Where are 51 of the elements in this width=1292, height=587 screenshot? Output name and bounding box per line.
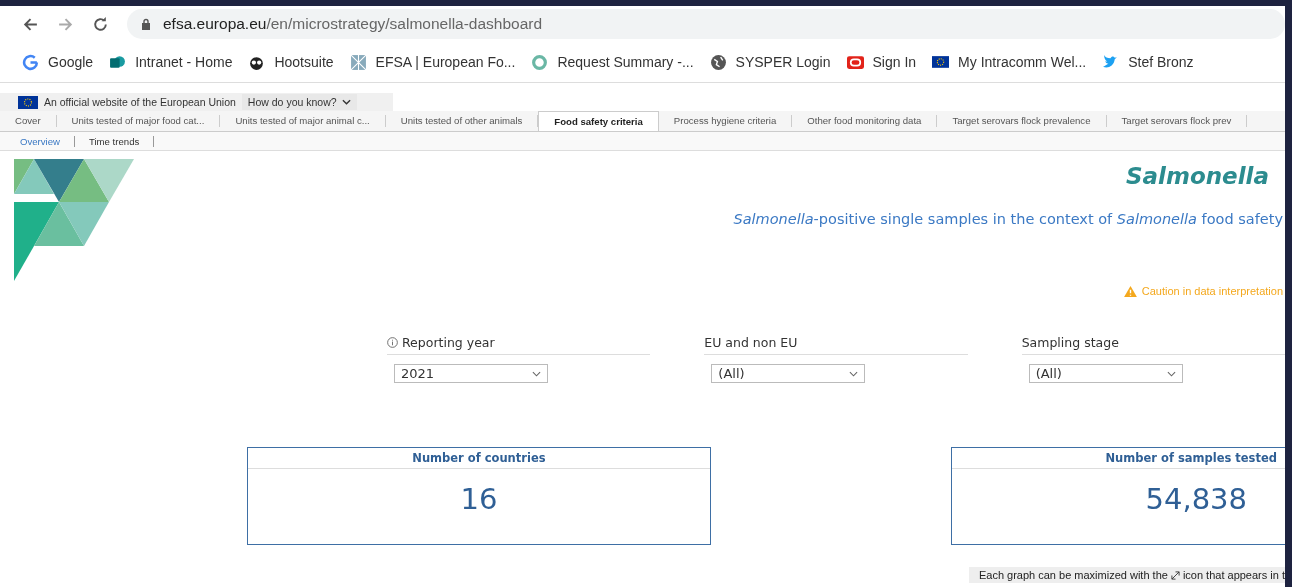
caret-icon	[1166, 370, 1176, 377]
how-do-you-know-link[interactable]: How do you know?	[241, 94, 357, 110]
filter-label: Reporting year	[402, 334, 495, 350]
dropdown[interactable]: (All)	[711, 364, 866, 383]
caret-icon	[341, 99, 351, 105]
lock-icon	[141, 18, 151, 30]
subtab[interactable]: Time trends	[75, 135, 155, 147]
bookmark[interactable]: Hootsuite	[248, 53, 334, 71]
eu-banner-text: An official website of the European Union	[44, 96, 236, 108]
tab[interactable]: Process hygiene criteria	[658, 115, 793, 127]
tab[interactable]: Target serovars flock prevalence	[937, 115, 1107, 127]
kpi-value: 16	[459, 482, 499, 516]
globe-icon	[709, 53, 727, 71]
tab[interactable]: Units tested of major animal c...	[220, 115, 386, 127]
info-icon[interactable]	[387, 336, 398, 348]
maximize-icon	[1170, 570, 1180, 580]
reload-icon[interactable]	[92, 15, 109, 33]
tab[interactable]: Target serovars flock prev	[1106, 115, 1248, 127]
kpi-value: 54,838	[1144, 482, 1248, 516]
tab[interactable]: Other food monitoring data	[792, 115, 938, 127]
dropdown[interactable]: (All)	[1028, 364, 1183, 383]
tab[interactable]: Units tested of major food cat...	[56, 115, 221, 127]
bookmark[interactable]: Sign In	[846, 53, 917, 71]
filter-label: Sampling stage	[1021, 334, 1119, 350]
ring-icon	[531, 53, 549, 71]
bookmark[interactable]: Request Summary -...	[531, 53, 694, 71]
warning-icon	[1123, 285, 1137, 297]
dropdown[interactable]: 2021	[394, 364, 548, 383]
footnote-text: Each graph can be maximized with the	[978, 569, 1168, 581]
eu-flag-icon	[18, 95, 38, 109]
dashboard-subtitle: Salmonella-positive single samples in the context of Salmonella food safety	[733, 211, 1283, 227]
bookmark[interactable]: Google	[22, 53, 94, 71]
address-bar[interactable]: efsa.europa.eu/en/microstrategy/salmonella-dashboard	[127, 9, 1285, 39]
caret-icon	[849, 370, 859, 377]
bookmark[interactable]: Intranet - Home	[109, 53, 233, 71]
bookmark[interactable]: My Intracomm Wel...	[932, 53, 1087, 71]
bookmark[interactable]: SYSPER Login	[709, 53, 831, 71]
footnote-text: icon that appears in t	[1182, 569, 1285, 581]
dashboard-title: Salmonella	[1126, 163, 1269, 189]
filter-label: EU and non EU	[704, 334, 798, 350]
caret-icon	[532, 370, 541, 377]
google-icon	[22, 53, 39, 71]
subtab[interactable]: Overview	[6, 135, 75, 147]
kpi-title: Number of countries	[248, 448, 710, 469]
bird-icon	[1102, 53, 1120, 71]
kpi-title: Number of samples tested	[951, 448, 1285, 469]
bookmark[interactable]: EFSA | European Fo...	[349, 53, 516, 71]
tab[interactable]: Cover	[0, 115, 57, 127]
eu-icon	[932, 53, 950, 71]
bookmark[interactable]: Stef Bronz	[1102, 53, 1194, 71]
tab[interactable]: Food safety criteria	[538, 111, 659, 131]
